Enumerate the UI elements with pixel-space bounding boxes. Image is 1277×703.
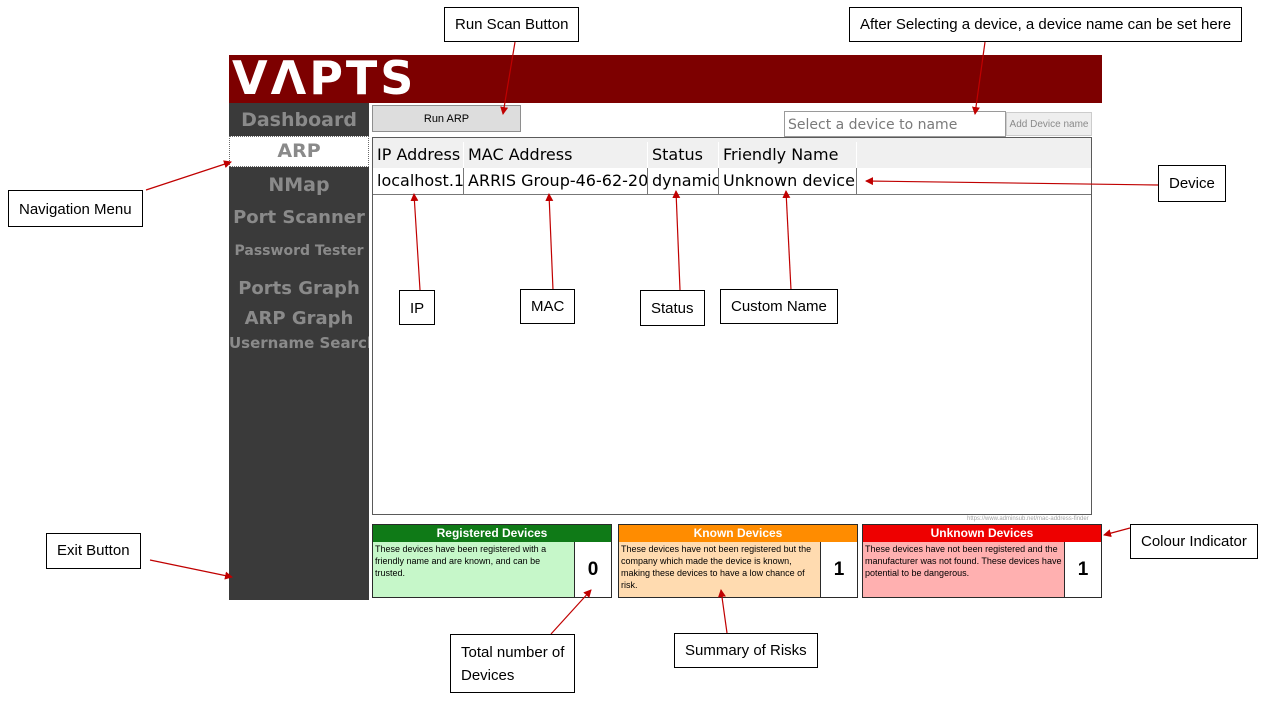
arrow-colour bbox=[1103, 527, 1131, 538]
note-colour: Colour Indicator bbox=[1130, 524, 1258, 559]
unknown-devices-card: Unknown Devices These devices have not b… bbox=[862, 524, 1102, 598]
unknown-devices-description: These devices have not been registered a… bbox=[863, 542, 1064, 597]
note-run-scan: Run Scan Button bbox=[444, 7, 580, 42]
known-devices-count: 1 bbox=[820, 542, 857, 597]
column-separator bbox=[647, 142, 648, 168]
arp-content-panel: Run ARP Select a device to name Add Devi… bbox=[369, 103, 1102, 600]
device-name-input[interactable]: Select a device to name bbox=[784, 111, 1006, 137]
note-ip: IP bbox=[399, 290, 436, 325]
unknown-devices-title: Unknown Devices bbox=[863, 525, 1101, 542]
title-bar: VΛPTS bbox=[229, 51, 1102, 105]
note-total-devices: Total number of Devices bbox=[450, 634, 576, 693]
nav-item-password-tester[interactable]: Password Tester bbox=[229, 240, 369, 262]
nav-item-nmap[interactable]: NMap bbox=[229, 172, 369, 198]
column-separator bbox=[718, 142, 719, 168]
column-header-ip[interactable]: IP Address bbox=[373, 142, 464, 168]
nav-item-arp[interactable]: ARP bbox=[229, 136, 369, 167]
note-exit: Exit Button bbox=[46, 533, 141, 569]
column-header-mac[interactable]: MAC Address bbox=[464, 142, 648, 168]
add-device-name-button[interactable]: Add Device name bbox=[1006, 112, 1092, 136]
cell-ip: localhost.1 bbox=[373, 168, 464, 194]
note-device: Device bbox=[1158, 165, 1226, 202]
known-devices-card: Known Devices These devices have not bee… bbox=[618, 524, 858, 598]
known-devices-description: These devices have not been registered b… bbox=[619, 542, 820, 597]
nav-item-arp-graph[interactable]: ARP Graph bbox=[229, 306, 369, 332]
note-total-line1: Total number of bbox=[461, 644, 565, 661]
arrow-navigation bbox=[145, 160, 232, 191]
cell-friendly-name: Unknown device. bbox=[719, 168, 857, 194]
known-devices-title: Known Devices bbox=[619, 525, 857, 542]
arp-device-table: IP Address MAC Address Status Friendly N… bbox=[372, 137, 1092, 515]
column-header-status[interactable]: Status bbox=[648, 142, 719, 168]
column-header-friendly-name[interactable]: Friendly Name bbox=[719, 142, 857, 168]
note-device-name: After Selecting a device, a device name … bbox=[849, 7, 1243, 42]
note-total-line2: Devices bbox=[461, 667, 515, 684]
note-navigation: Navigation Menu bbox=[8, 190, 143, 227]
cell-mac: ARRIS Group-46-62-20 bbox=[464, 168, 648, 194]
exit-button[interactable]: Exit bbox=[242, 621, 283, 643]
table-row[interactable]: localhost.1 ARRIS Group-46-62-20 dynamic… bbox=[373, 168, 857, 194]
cell-status: dynamic bbox=[648, 168, 719, 194]
table-header: IP Address MAC Address Status Friendly N… bbox=[373, 138, 1091, 168]
registered-devices-card: Registered Devices These devices have be… bbox=[372, 524, 612, 598]
mac-lookup-link[interactable]: https://www.adminsub.net/mac-address-fin… bbox=[967, 516, 1089, 522]
vapts-app-window: VΛPTS Dashboard ARP NMap Port Scanner Pa… bbox=[229, 51, 1102, 643]
column-separator bbox=[856, 142, 857, 168]
registered-devices-description: These devices have been registered with … bbox=[373, 542, 574, 597]
navigation-sidebar: Dashboard ARP NMap Port Scanner Password… bbox=[229, 103, 378, 643]
note-summary-risks: Summary of Risks bbox=[674, 633, 818, 668]
note-custom-name: Custom Name bbox=[720, 289, 838, 324]
nav-item-username-search[interactable]: Username Search bbox=[229, 332, 378, 354]
nav-item-port-scanner[interactable]: Port Scanner bbox=[229, 205, 369, 231]
note-status: Status bbox=[640, 290, 705, 326]
row-divider bbox=[373, 194, 1091, 195]
note-mac: MAC bbox=[520, 289, 576, 324]
unknown-devices-count: 1 bbox=[1064, 542, 1101, 597]
nav-item-ports-graph[interactable]: Ports Graph bbox=[229, 276, 369, 302]
run-arp-button[interactable]: Run ARP bbox=[372, 105, 521, 132]
arrow-exit bbox=[149, 559, 233, 580]
vapts-logo: VΛPTS bbox=[232, 51, 417, 105]
column-separator bbox=[463, 142, 464, 168]
registered-devices-count: 0 bbox=[574, 542, 611, 597]
registered-devices-title: Registered Devices bbox=[373, 525, 611, 542]
nav-item-dashboard[interactable]: Dashboard bbox=[229, 107, 369, 133]
